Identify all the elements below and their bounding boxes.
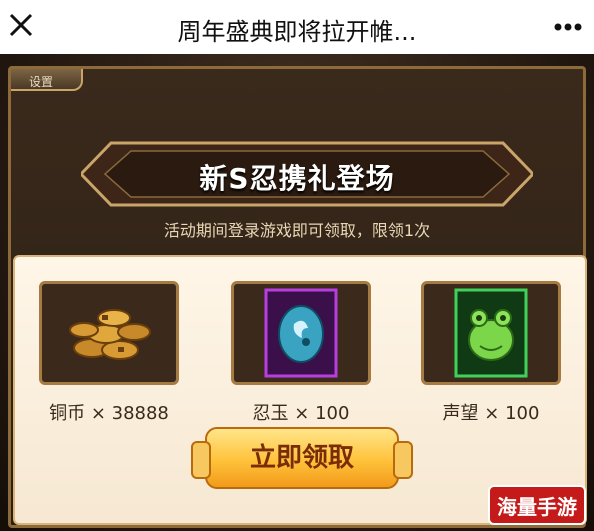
reward-label: 铜币 × 38888 [49,403,169,424]
top-nav-bar: 周年盛典即将拉开帷... [0,0,594,54]
reward-icon-frame [39,281,179,385]
event-panel: 设置 新S忍携礼登场 活动期间登录游戏即可领取，限领1次 铜币 × 38888 … [8,66,587,528]
page-title: 周年盛典即将拉开帷... [177,18,417,46]
reward-item-coins: 铜币 × 38888 [39,281,179,425]
claim-now-button[interactable]: 立即领取 [191,427,413,489]
top-left-tab[interactable]: 设置 [11,69,83,91]
more-dots-icon[interactable] [552,14,584,40]
watermark-badge: 海量手游网 [488,485,586,525]
reward-label: 忍玉 × 100 [252,403,350,424]
reward-icon-frame [231,281,371,385]
frog-token-icon [454,288,528,378]
reward-item-reputation: 声望 × 100 [421,281,561,425]
reward-item-jade: 忍玉 × 100 [231,281,371,425]
reward-icon-frame [421,281,561,385]
game-screenshot-area: 设置 新S忍携礼登场 活动期间登录游戏即可领取，限领1次 铜币 × 38888 … [0,54,594,531]
reward-label: 声望 × 100 [442,403,540,424]
close-icon[interactable] [6,10,36,40]
banner-title: 新S忍携礼登场 [199,162,395,195]
jade-stone-icon [264,288,338,378]
event-subtitle: 活动期间登录游戏即可领取，限领1次 [163,221,431,240]
coins-icon [69,309,151,360]
